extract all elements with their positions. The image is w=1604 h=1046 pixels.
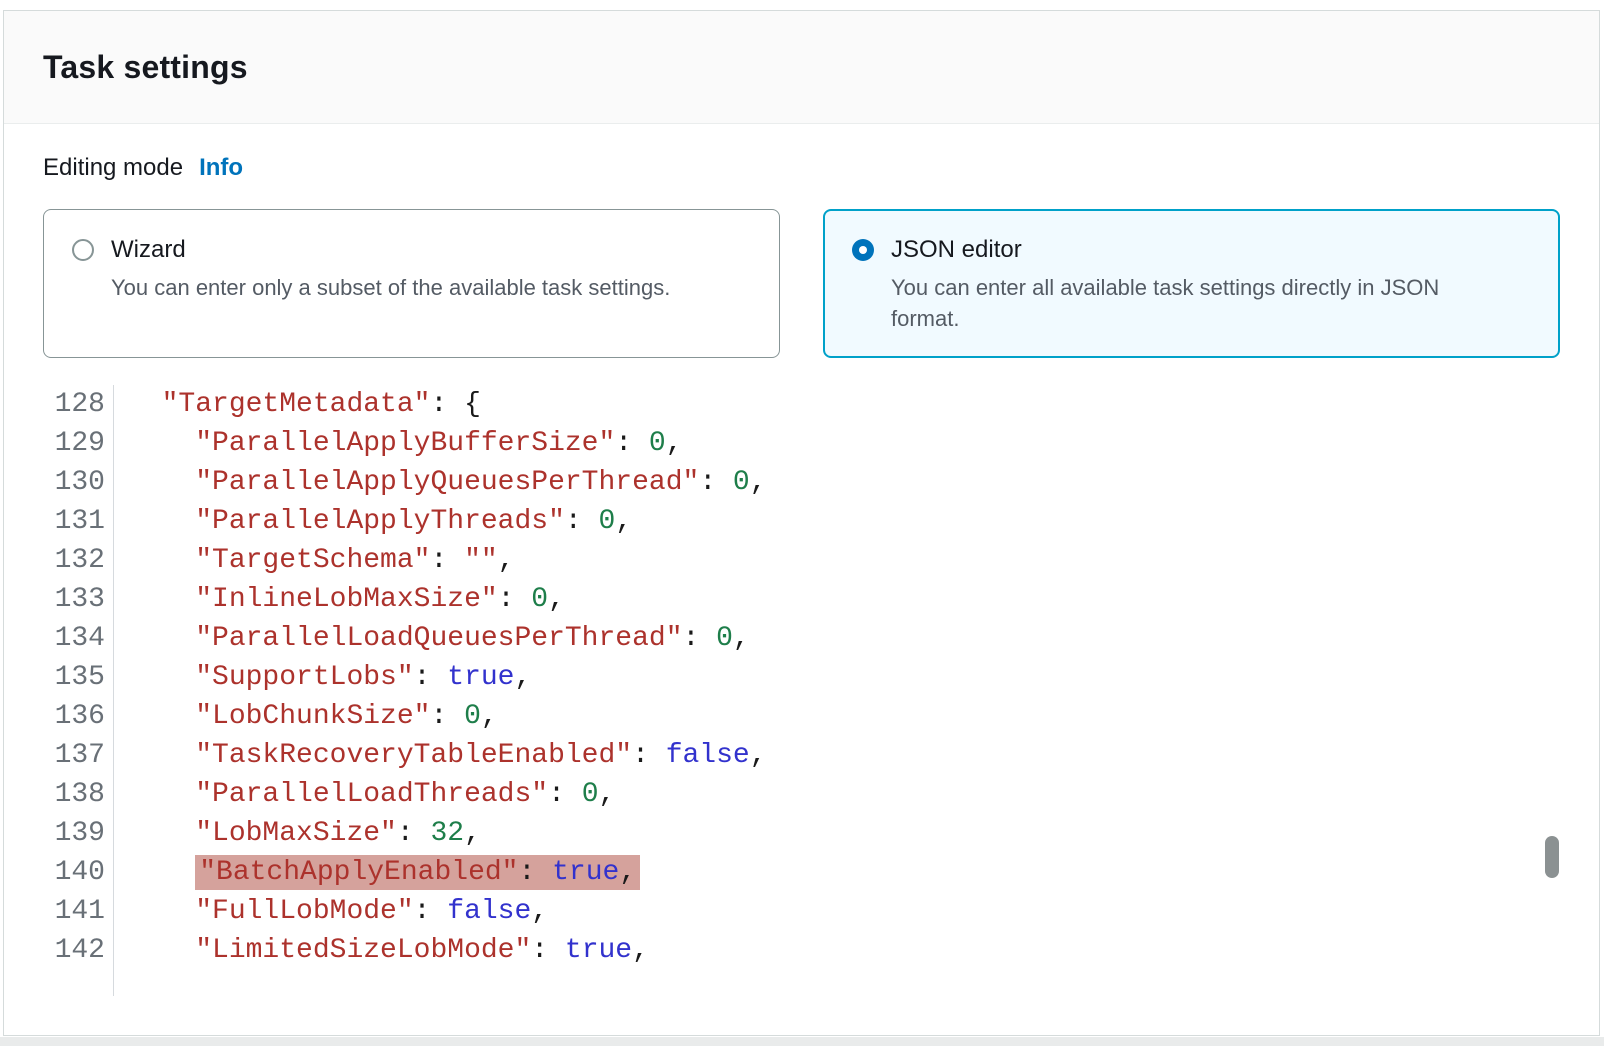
line-number: 134 <box>4 619 114 658</box>
code-text: "ParallelApplyThreads": 0, <box>114 502 632 541</box>
code-line-filler <box>4 970 1599 996</box>
page-background-strip <box>0 1037 1604 1046</box>
code-text: "LobChunkSize": 0, <box>114 697 498 736</box>
code-line: 129 "ParallelApplyBufferSize": 0, <box>4 424 1599 463</box>
panel-body: Editing mode Info Wizard You can enter on… <box>4 124 1599 1036</box>
line-number: 137 <box>4 736 114 775</box>
tile-json-editor[interactable]: JSON editor You can enter all available … <box>823 209 1560 358</box>
code-text: "ParallelApplyQueuesPerThread": 0, <box>114 463 767 502</box>
tile-wizard-description: You can enter only a subset of the avail… <box>111 272 670 303</box>
json-editor[interactable]: 128 "TargetMetadata": {129 "ParallelAppl… <box>4 385 1599 996</box>
editing-mode-row: Editing mode Info <box>43 154 243 182</box>
line-number: 141 <box>4 892 114 931</box>
code-text: "FullLobMode": false, <box>114 892 548 931</box>
line-number: 135 <box>4 658 114 697</box>
code-text: "ParallelLoadQueuesPerThread": 0, <box>114 619 750 658</box>
radio-wizard[interactable] <box>72 239 94 261</box>
line-number: 136 <box>4 697 114 736</box>
code-line: 136 "LobChunkSize": 0, <box>4 697 1599 736</box>
tile-wizard[interactable]: Wizard You can enter only a subset of th… <box>43 209 780 358</box>
code-text: "SupportLobs": true, <box>114 658 531 697</box>
highlighted-match: "BatchApplyEnabled": true, <box>195 855 640 890</box>
line-number: 139 <box>4 814 114 853</box>
code-line: 133 "InlineLobMaxSize": 0, <box>4 580 1599 619</box>
code-line: 135 "SupportLobs": true, <box>4 658 1599 697</box>
code-line: 130 "ParallelApplyQueuesPerThread": 0, <box>4 463 1599 502</box>
editing-mode-label: Editing mode <box>43 154 183 181</box>
code-line: 132 "TargetSchema": "", <box>4 541 1599 580</box>
tile-json-editor-text: JSON editor You can enter all available … <box>891 235 1511 334</box>
code-text: "LimitedSizeLobMode": true, <box>114 931 649 970</box>
code-text: "TaskRecoveryTableEnabled": false, <box>114 736 767 775</box>
line-number: 132 <box>4 541 114 580</box>
code-line: 141 "FullLobMode": false, <box>4 892 1599 931</box>
code-text: "ParallelApplyBufferSize": 0, <box>114 424 683 463</box>
info-link[interactable]: Info <box>199 154 243 181</box>
code-line: 138 "ParallelLoadThreads": 0, <box>4 775 1599 814</box>
tile-wizard-text: Wizard You can enter only a subset of th… <box>111 235 670 303</box>
code-text: "InlineLobMaxSize": 0, <box>114 580 565 619</box>
code-text: "TargetMetadata": { <box>114 385 481 424</box>
line-number: 131 <box>4 502 114 541</box>
line-number <box>4 970 114 996</box>
page-title: Task settings <box>43 49 248 86</box>
panel-header: Task settings <box>4 11 1599 124</box>
task-settings-panel: Task settings Editing mode Info Wizard Yo… <box>3 10 1600 1036</box>
code-text: "ParallelLoadThreads": 0, <box>114 775 615 814</box>
line-number: 130 <box>4 463 114 502</box>
code-line: 140 "BatchApplyEnabled": true, <box>4 853 1599 892</box>
line-number: 133 <box>4 580 114 619</box>
code-line: 139 "LobMaxSize": 32, <box>4 814 1599 853</box>
tile-wizard-label: Wizard <box>111 235 670 265</box>
scrollbar-thumb[interactable] <box>1545 836 1559 878</box>
line-number: 129 <box>4 424 114 463</box>
code-line: 137 "TaskRecoveryTableEnabled": false, <box>4 736 1599 775</box>
code-line: 131 "ParallelApplyThreads": 0, <box>4 502 1599 541</box>
editing-mode-tiles: Wizard You can enter only a subset of th… <box>43 209 1560 358</box>
line-number: 142 <box>4 931 114 970</box>
code-line: 134 "ParallelLoadQueuesPerThread": 0, <box>4 619 1599 658</box>
code-text: "LobMaxSize": 32, <box>114 814 481 853</box>
tile-json-editor-description: You can enter all available task setting… <box>891 272 1511 334</box>
radio-json-editor[interactable] <box>852 239 874 261</box>
page: Task settings Editing mode Info Wizard Yo… <box>0 0 1604 1046</box>
line-number: 138 <box>4 775 114 814</box>
code-line: 128 "TargetMetadata": { <box>4 385 1599 424</box>
code-text: "TargetSchema": "", <box>114 541 515 580</box>
code-line: 142 "LimitedSizeLobMode": true, <box>4 931 1599 970</box>
tile-json-editor-label: JSON editor <box>891 235 1511 265</box>
line-number: 128 <box>4 385 114 424</box>
code-text: "BatchApplyEnabled": true, <box>114 853 640 892</box>
line-number: 140 <box>4 853 114 892</box>
